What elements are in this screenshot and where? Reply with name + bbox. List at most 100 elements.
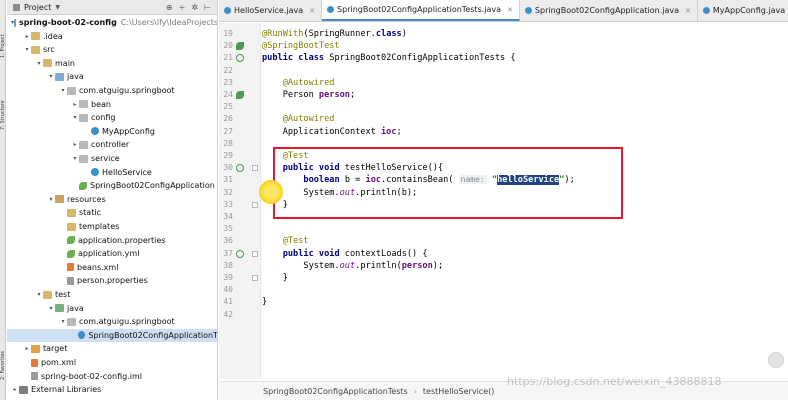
tree-item[interactable]: static — [7, 206, 217, 219]
tree-item[interactable]: spring-boot-02-config.iml — [7, 370, 217, 383]
fold-toggle-icon[interactable] — [252, 165, 258, 172]
code-token: (SpringRunner. — [303, 29, 376, 39]
chevron-down-icon[interactable]: ▾ — [23, 46, 31, 53]
fold-toggle-icon[interactable] — [252, 250, 258, 257]
tool-tab-structure[interactable]: 7: Structure — [0, 80, 6, 130]
tree-item[interactable]: ▾ src — [7, 43, 217, 56]
tree-item[interactable]: person.properties — [7, 274, 217, 287]
tree-item[interactable]: ▾ resources — [7, 193, 217, 206]
tree-item-label: target — [43, 344, 68, 354]
run-test-icon[interactable] — [236, 249, 244, 258]
chevron-right-icon[interactable]: ▸ — [11, 386, 19, 393]
code-line[interactable]: public class SpringBoot02ConfigApplicati… — [262, 53, 516, 65]
tree-item[interactable]: ▸ controller — [7, 138, 217, 151]
tree-item[interactable]: ▸ External Libraries — [7, 383, 217, 396]
code-line[interactable]: @Autowired — [262, 78, 335, 90]
tool-tab-project[interactable]: 1: Project — [0, 14, 6, 58]
fold-toggle-icon[interactable] — [252, 201, 258, 208]
code-line[interactable]: @Test — [262, 236, 309, 248]
tree-item[interactable]: ▾ java — [7, 302, 217, 315]
code-line[interactable]: ApplicationContext ioc; — [262, 127, 402, 139]
tree-item-label: controller — [91, 140, 130, 150]
tree-item[interactable]: templates — [7, 220, 217, 233]
tree-item[interactable]: MyAppConfig — [7, 125, 217, 138]
code-line[interactable]: System.out.println(person); — [262, 261, 443, 273]
tree-item[interactable]: ▸ target — [7, 342, 217, 355]
chevron-down-icon[interactable]: ▾ — [47, 305, 55, 312]
tree-item[interactable]: ▾ com.atguigu.springboot — [7, 315, 217, 328]
chevron-down-icon[interactable]: ▾ — [71, 114, 79, 121]
tree-item[interactable]: ▾ test — [7, 288, 217, 301]
tree-item[interactable]: ▾ config — [7, 111, 217, 124]
tree-item[interactable]: application.properties — [7, 234, 217, 247]
folder-icon — [67, 222, 76, 231]
chevron-down-icon[interactable]: ▾ — [47, 196, 55, 203]
chevron-right-icon[interactable]: ▸ — [23, 33, 31, 40]
editor-tab[interactable]: HelloService.java ✕ — [219, 0, 323, 21]
tree-item[interactable]: SpringBoot02ConfigApplicationT — [7, 328, 217, 342]
editor-gutter[interactable]: 19 20 21 22 23 24 25 26 27 28 29 30 31 32 33 34 35 36 37 38… — [219, 23, 261, 379]
tree-item[interactable]: pom.xml — [7, 356, 217, 369]
tree-item[interactable]: ▸ bean — [7, 98, 217, 111]
code-token: Person — [262, 90, 319, 100]
spring-bean-icon[interactable] — [236, 91, 244, 99]
code-token: ) — [401, 29, 407, 39]
chevron-down-icon[interactable]: ▾ — [35, 60, 43, 67]
chevron-down-icon[interactable]: ▾ — [59, 318, 67, 325]
chevron-right-icon[interactable]: ▸ — [23, 345, 31, 352]
close-icon[interactable]: ✕ — [309, 7, 315, 15]
code-line[interactable]: public void contextLoads() { — [262, 249, 428, 261]
chevron-down-icon[interactable]: ▾ — [71, 155, 79, 162]
fold-toggle-icon[interactable] — [252, 275, 258, 281]
editor-tab[interactable]: MyAppConfig.java✕ — [698, 0, 788, 21]
settings-gear-icon[interactable]: ✲ — [191, 3, 198, 12]
close-icon[interactable]: ✕ — [685, 7, 691, 15]
package-icon — [79, 100, 88, 109]
line-number: 19 — [223, 29, 233, 38]
chevron-right-icon[interactable]: ▸ — [71, 101, 79, 108]
chevron-down-icon[interactable]: ▾ — [47, 73, 55, 80]
line-number: 30 — [223, 163, 233, 173]
tree-item[interactable]: ▾ main — [7, 57, 217, 70]
folder-blue-icon — [14, 18, 16, 27]
chevron-down-icon[interactable]: ▼ — [55, 4, 60, 11]
code-token: .println( — [355, 260, 402, 271]
tool-tab-favorites[interactable]: 2: Favorites — [0, 330, 6, 380]
chevron-down-icon[interactable]: ▾ — [35, 291, 43, 298]
run-test-icon[interactable] — [236, 54, 244, 63]
chevron-down-icon[interactable]: ▾ — [59, 87, 67, 94]
editor-tab[interactable]: SpringBoot02ConfigApplication.java ✕ — [520, 0, 698, 21]
run-test-icon[interactable] — [236, 164, 244, 173]
code-line[interactable]: Person person; — [262, 90, 355, 102]
tree-item[interactable]: ▾ com.atguigu.springboot — [7, 84, 217, 97]
tree-item[interactable]: application.yml — [7, 247, 217, 260]
collapse-all-icon[interactable]: ÷ — [179, 3, 186, 12]
code-line[interactable]: } — [262, 297, 267, 309]
project-panel-title[interactable]: Project — [24, 3, 51, 12]
code-line[interactable]: @SpringBootTest — [262, 41, 340, 53]
tree-item-label: service — [91, 154, 120, 163]
tree-item[interactable]: SpringBoot02ConfigApplication — [7, 179, 217, 192]
spring-bean-icon[interactable] — [236, 42, 244, 51]
code-line[interactable]: @Autowired — [262, 114, 335, 126]
hide-panel-icon[interactable]: ⊢ — [204, 3, 211, 12]
line-number: 40 — [223, 285, 233, 295]
editor-tab[interactable]: SpringBoot02ConfigApplicationTests.java ✕ — [322, 0, 520, 21]
breadcrumb-method[interactable]: testHelloService() — [423, 387, 494, 396]
tree-item[interactable]: beans.xml — [7, 261, 217, 274]
tree-item[interactable]: ▾ service — [7, 152, 217, 165]
tree-item[interactable]: ▾ spring-boot-02-config C:\Users\lfy\IdeaP… — [7, 16, 217, 29]
tree-item[interactable]: HelloService — [7, 166, 217, 179]
scroll-from-source-icon[interactable]: ⊕ — [166, 3, 173, 12]
scroll-indicator[interactable] — [768, 352, 784, 368]
java-class-icon — [702, 7, 710, 14]
line-number: 32 — [223, 187, 233, 197]
code-line[interactable]: } — [262, 273, 288, 285]
tree-item[interactable]: ▾ java — [7, 70, 217, 83]
chevron-right-icon[interactable]: ▸ — [71, 141, 79, 148]
code-line[interactable]: @RunWith(SpringRunner.class) — [262, 29, 407, 41]
tree-item[interactable]: ▸ .idea — [7, 30, 217, 43]
project-panel-dropdown-icon[interactable] — [13, 3, 20, 11]
breadcrumb-class[interactable]: SpringBoot02ConfigApplicationTests — [263, 387, 408, 396]
close-icon[interactable]: ✕ — [507, 6, 513, 14]
